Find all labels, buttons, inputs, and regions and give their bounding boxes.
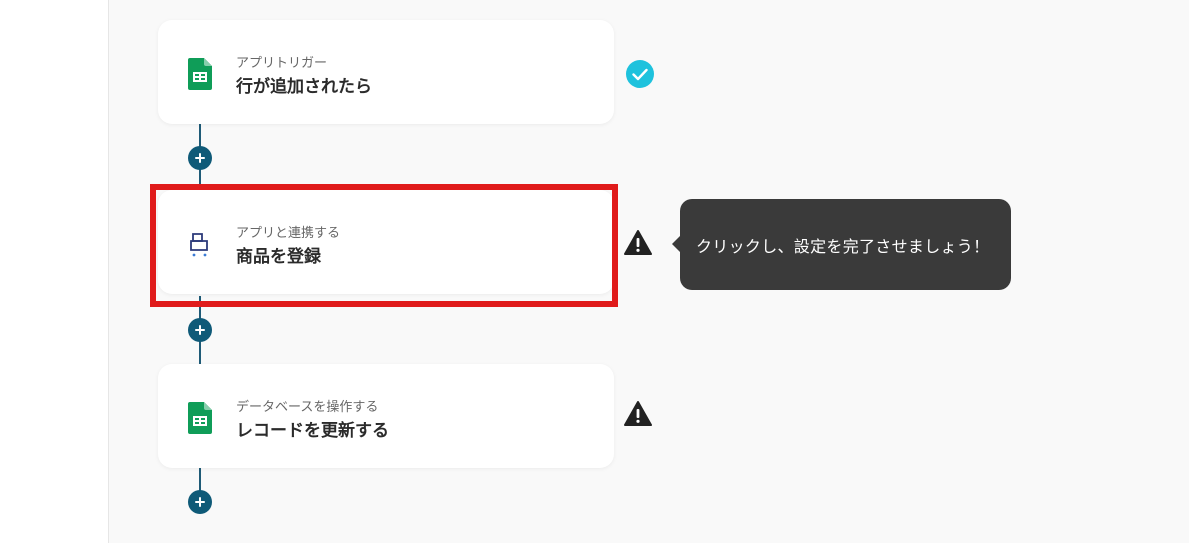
step-subtitle: アプリトリガー bbox=[236, 56, 328, 71]
check-circle-icon bbox=[626, 60, 654, 88]
step-subtitle: アプリと連携する bbox=[236, 226, 341, 241]
step-subtitle: データベースを操作する bbox=[236, 400, 379, 415]
tooltip-text: クリックし、設定を完了させましょう！ bbox=[696, 237, 990, 256]
warning-icon bbox=[624, 230, 652, 255]
step-card-trigger[interactable]: アプリトリガー 行が追加されたら bbox=[158, 20, 614, 124]
warning-icon bbox=[624, 401, 652, 426]
google-sheets-icon bbox=[188, 58, 212, 90]
add-step-button[interactable] bbox=[188, 318, 212, 342]
step-card-register-product[interactable]: アプリと連携する 商品を登録 bbox=[158, 190, 614, 294]
step-title: レコードを更新する bbox=[236, 421, 389, 441]
hint-tooltip: クリックし、設定を完了させましょう！ bbox=[672, 199, 1011, 290]
shop-app-icon bbox=[190, 233, 208, 257]
connector-line bbox=[199, 466, 201, 492]
google-sheets-icon bbox=[188, 402, 212, 434]
left-sidebar bbox=[0, 0, 109, 543]
add-step-button[interactable] bbox=[188, 146, 212, 170]
add-step-button[interactable] bbox=[188, 490, 212, 514]
step-title: 商品を登録 bbox=[236, 247, 321, 267]
step-card-update-record[interactable]: データベースを操作する レコードを更新する bbox=[158, 364, 614, 468]
step-title: 行が追加されたら bbox=[236, 77, 372, 97]
